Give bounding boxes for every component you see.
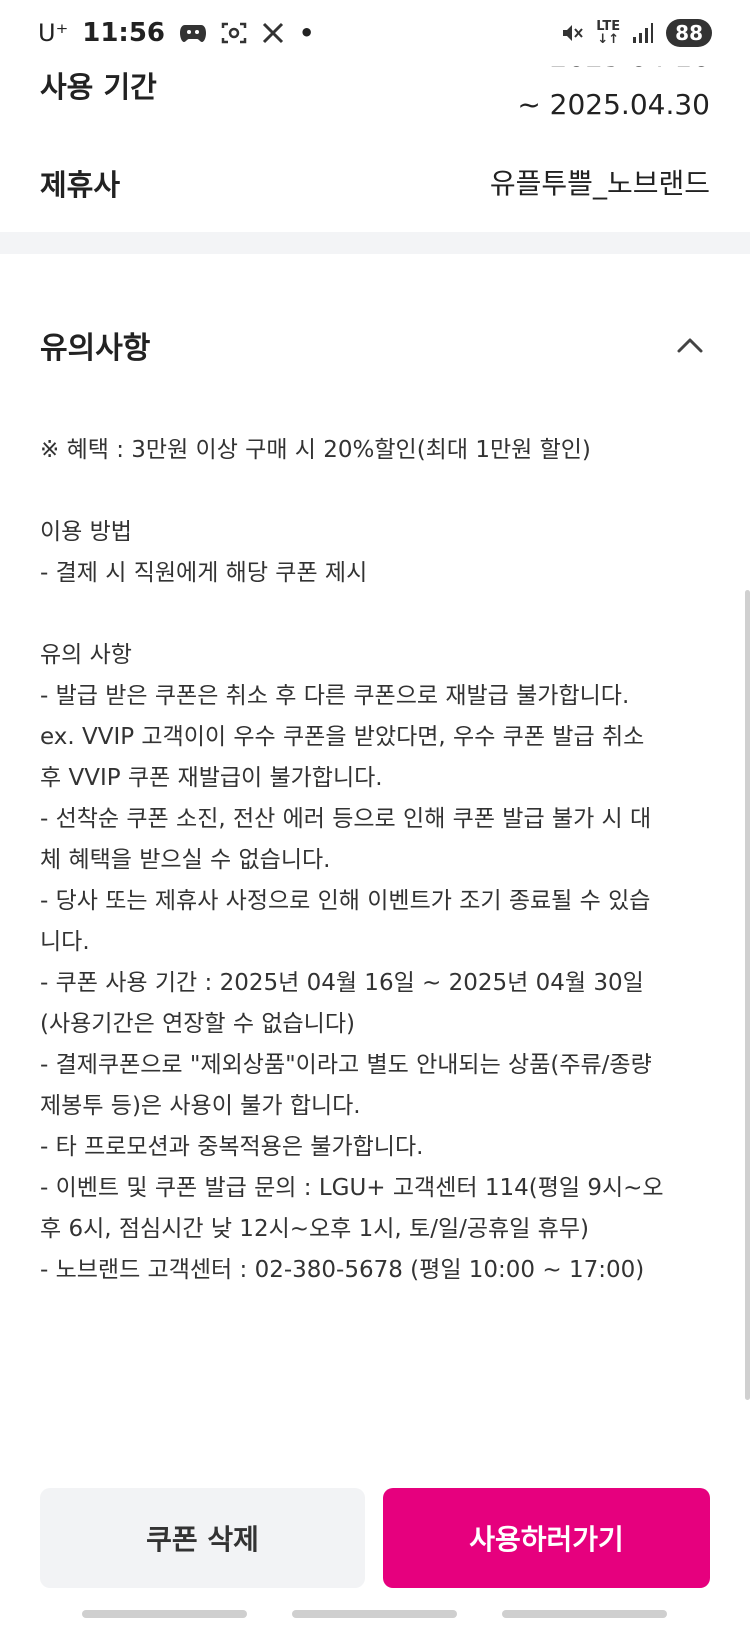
- bottom-action-bar: 쿠폰 삭제 사용하러가기: [0, 1470, 750, 1625]
- clock: 11:56: [82, 18, 165, 48]
- carrier-label: U⁺: [38, 19, 69, 47]
- notice-accordion-header[interactable]: 유의사항: [0, 300, 750, 390]
- scrollbar[interactable]: [745, 590, 750, 1400]
- mute-icon: [560, 21, 584, 45]
- notice-spacer: [40, 594, 720, 635]
- notice-body: ※ 혜택 : 3만원 이상 구매 시 20%할인(최대 1만원 할인) 이용 방법…: [40, 430, 720, 1291]
- notice-line: - 결제 시 직원에게 해당 쿠폰 제시: [40, 560, 368, 586]
- delete-coupon-button[interactable]: 쿠폰 삭제: [40, 1488, 365, 1588]
- status-bar: U⁺ 11:56 • LTE ↓↑ 88: [0, 0, 750, 66]
- nav-handle-right: [502, 1610, 667, 1618]
- notice-line: 유의 사항: [40, 642, 132, 668]
- use-coupon-button[interactable]: 사용하러가기: [383, 1488, 710, 1588]
- chevron-up-icon[interactable]: [670, 325, 710, 365]
- lte-label: LTE: [596, 19, 621, 34]
- notice-line: - 발급 받은 쿠폰은 취소 후 다른 쿠폰으로 재발급 불가합니다.: [40, 683, 630, 709]
- partner-value: 유플투쁠_노브랜드: [489, 167, 710, 200]
- notice-line: - 타 프로모션과 중복적용은 불가합니다.: [40, 1134, 424, 1160]
- notice-line: - 이벤트 및 쿠폰 발급 문의 : LGU+ 고객센터 114(평일 9시~오: [40, 1175, 664, 1201]
- game-controller-icon: [179, 22, 207, 44]
- notice-line: ex. VVIP 고객이이 우수 쿠폰을 받았다면, 우수 쿠폰 발급 취소: [40, 724, 645, 750]
- notice-title: 유의사항: [40, 331, 151, 366]
- x-logo-icon: [261, 21, 285, 45]
- notice-line: - 노브랜드 고객센터 : 02-380-5678 (평일 10:00 ~ 17…: [40, 1257, 645, 1283]
- screenshot-icon: [221, 21, 247, 45]
- lte-indicator: LTE ↓↑: [596, 19, 621, 47]
- nav-handle-center: [292, 1610, 457, 1618]
- period-end: ~ 2025.04.30: [517, 88, 710, 121]
- notice-line: 후 VVIP 쿠폰 재발급이 불가합니다.: [40, 765, 383, 791]
- notice-line: 후 6시, 점심시간 낮 12시~오후 1시, 토/일/공휴일 휴무): [40, 1216, 589, 1242]
- period-label: 사용 기간: [40, 70, 157, 104]
- battery-indicator: 88: [666, 19, 712, 47]
- notice-line: - 결제쿠폰으로 "제외상품"이라고 별도 안내되는 상품(주류/종량: [40, 1052, 652, 1078]
- notice-spacer: [40, 471, 720, 512]
- notice-line: - 선착순 쿠폰 소진, 전산 에러 등으로 인해 쿠폰 발급 불가 시 대: [40, 806, 652, 832]
- notice-line: 체 혜택을 받으실 수 없습니다.: [40, 847, 331, 873]
- notice-line: 제봉투 등)은 사용이 불가 합니다.: [40, 1093, 361, 1119]
- section-divider: [0, 232, 750, 254]
- notice-line: ※ 혜택 : 3만원 이상 구매 시 20%할인(최대 1만원 할인): [40, 437, 591, 463]
- notice-line: - 쿠폰 사용 기간 : 2025년 04월 16일 ~ 2025년 04월 3…: [40, 970, 644, 996]
- partner-label: 제휴사: [40, 168, 121, 202]
- notification-dot: •: [299, 19, 315, 47]
- notice-line: 이용 방법: [40, 519, 132, 545]
- nav-handle-left: [82, 1610, 247, 1618]
- notice-line: - 당사 또는 제휴사 사정으로 인해 이벤트가 조기 종료될 수 있습: [40, 888, 651, 914]
- notice-line: (사용기간은 연장할 수 없습니다): [40, 1011, 355, 1037]
- signal-icon: [632, 22, 654, 44]
- notice-line: 니다.: [40, 929, 90, 955]
